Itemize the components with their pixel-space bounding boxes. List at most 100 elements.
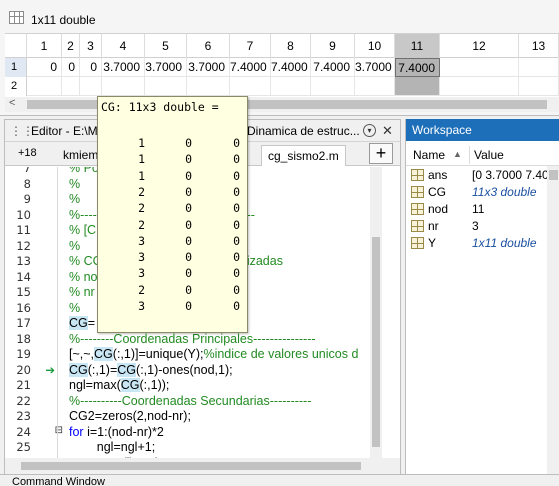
grid-cell[interactable]: [62, 77, 80, 96]
datatip-value: 2: [138, 282, 145, 297]
row-header[interactable]: 2: [5, 77, 27, 96]
workspace-variable-row[interactable]: Y 1x11 double: [406, 235, 559, 252]
code-line[interactable]: %----------Coordenadas Secundarias------…: [69, 394, 311, 408]
column-header[interactable]: 6: [187, 34, 230, 58]
code-line[interactable]: %: [69, 239, 80, 253]
code-line[interactable]: %: [69, 192, 80, 206]
datatip-value: 0: [185, 266, 192, 281]
code-line[interactable]: [~,~,CG(:,1)]=unique(Y);%indice de valor…: [69, 347, 358, 361]
workspace-variable-row[interactable]: nr 3: [406, 218, 559, 235]
variable-name: ans: [428, 168, 448, 182]
command-window-titlebar[interactable]: Command Window: [0, 474, 559, 486]
code-line[interactable]: %: [69, 301, 80, 315]
grid-cell[interactable]: 3.7000: [187, 58, 230, 77]
grid-cell[interactable]: [102, 77, 145, 96]
datatip-value: 3: [138, 299, 145, 313]
grid-cell[interactable]: 0: [62, 58, 80, 77]
grid-cell[interactable]: [271, 77, 311, 96]
variable-grid[interactable]: 1 2 3 4 5 6 7 8 9 10 11 12 13 1 0 0 0 3.7000 3.7000 3.7000…: [5, 33, 559, 97]
close-icon[interactable]: ✕: [382, 123, 393, 139]
column-header[interactable]: 3: [80, 34, 102, 58]
line-number: 16: [16, 300, 31, 315]
line-number: 19: [16, 347, 31, 361]
column-divider[interactable]: [469, 146, 470, 164]
line-number: 7: [23, 167, 31, 175]
grid-cell[interactable]: [440, 58, 519, 77]
column-header[interactable]: 11: [395, 34, 440, 58]
datatip-value: 3: [138, 233, 145, 248]
workspace-variable-row[interactable]: ans [0 3.7000 7.4000]: [406, 167, 559, 184]
grid-cell[interactable]: [395, 77, 440, 96]
grid-cell[interactable]: [311, 77, 355, 96]
column-header[interactable]: 1: [27, 34, 62, 58]
editor-horizontal-scrollbar[interactable]: [5, 458, 400, 474]
datatip-value: 0: [233, 168, 240, 183]
workspace-title: Workspace: [412, 123, 472, 137]
workspace-variable-row[interactable]: CG 11x3 double: [406, 184, 559, 201]
grid-cell[interactable]: [440, 77, 519, 96]
grid-cell[interactable]: [519, 77, 559, 96]
grid-cell[interactable]: [27, 77, 62, 96]
grid-cell[interactable]: 3.7000: [355, 58, 395, 77]
value-column-header[interactable]: Value: [474, 148, 504, 162]
tab-cg-sismo2[interactable]: cg_sismo2.m: [261, 145, 346, 166]
grid-cell[interactable]: [355, 77, 395, 96]
code-line[interactable]: % Po: [69, 167, 99, 175]
column-header[interactable]: 10: [355, 34, 395, 58]
code-line[interactable]: ngl=max(CG(:,1));: [69, 378, 169, 392]
column-header[interactable]: 5: [145, 34, 187, 58]
grid-cell[interactable]: 7.4000: [271, 58, 311, 77]
column-header[interactable]: 12: [440, 34, 519, 58]
line-number: 14: [16, 269, 31, 284]
grid-cell[interactable]: [519, 58, 559, 77]
column-header[interactable]: 8: [271, 34, 311, 58]
grid-cell[interactable]: 7.4000: [311, 58, 355, 77]
scrollbar-thumb[interactable]: [372, 237, 380, 447]
execution-arrow-icon[interactable]: ➔: [41, 363, 55, 377]
column-header[interactable]: 9: [311, 34, 355, 58]
grid-cell[interactable]: 7.4000: [395, 58, 440, 77]
command-window-title: Command Window: [12, 476, 105, 486]
grid-cell[interactable]: [80, 77, 102, 96]
grid-cell[interactable]: 0: [27, 58, 62, 77]
column-header[interactable]: 2: [62, 34, 80, 58]
column-header[interactable]: 13: [519, 34, 559, 58]
grid-cell[interactable]: [145, 77, 187, 96]
code-line[interactable]: CG2=zeros(2,nod-nr);: [69, 409, 191, 423]
code-line[interactable]: ngl=ngl+1;: [69, 440, 155, 454]
scrollbar-thumb[interactable]: [549, 170, 558, 180]
grid-corner[interactable]: [5, 34, 27, 58]
column-header[interactable]: 7: [230, 34, 271, 58]
variable-name: Y: [428, 236, 437, 250]
grid-cell[interactable]: 7.4000: [230, 58, 271, 77]
variable-grid-icon: [411, 203, 424, 215]
panel-menu-icon[interactable]: ▾: [363, 124, 376, 137]
grid-cell[interactable]: 0: [80, 58, 102, 77]
row-header[interactable]: 1: [5, 58, 27, 77]
code-line[interactable]: %: [69, 177, 80, 191]
grid-cell[interactable]: 3.7000: [145, 58, 187, 77]
scrollbar-thumb[interactable]: [21, 462, 361, 470]
code-line[interactable]: % no: [69, 270, 98, 284]
datatip-value: 1: [138, 136, 145, 150]
name-column-header[interactable]: Name: [413, 148, 445, 162]
variable-grid-icon: [411, 186, 424, 198]
datatip-value: 0: [233, 136, 240, 150]
code-line[interactable]: CG=: [69, 316, 95, 330]
grid-cell[interactable]: [187, 77, 230, 96]
scroll-left-icon[interactable]: <: [9, 97, 15, 109]
sort-ascending-icon[interactable]: ▲: [453, 149, 462, 159]
code-line[interactable]: CG(:,1)=CG(:,1)-ones(nod,1);: [69, 362, 233, 377]
column-header[interactable]: 4: [102, 34, 145, 58]
add-tab-button[interactable]: +: [369, 143, 393, 164]
datatip-value: 2: [138, 201, 145, 216]
grid-cell[interactable]: [230, 77, 271, 96]
editor-vertical-scrollbar[interactable]: [370, 167, 382, 458]
tab-overflow-count[interactable]: +18: [18, 147, 37, 159]
grid-cell[interactable]: 3.7000: [102, 58, 145, 77]
horizontal-scrollbar[interactable]: <: [5, 97, 559, 112]
workspace-vertical-scrollbar[interactable]: [547, 166, 559, 474]
code-line[interactable]: %--------Coordenadas Principales--------…: [69, 332, 316, 346]
code-line[interactable]: for i=1:(nod-nr)*2: [69, 425, 164, 439]
workspace-variable-row[interactable]: nod 11: [406, 201, 559, 218]
